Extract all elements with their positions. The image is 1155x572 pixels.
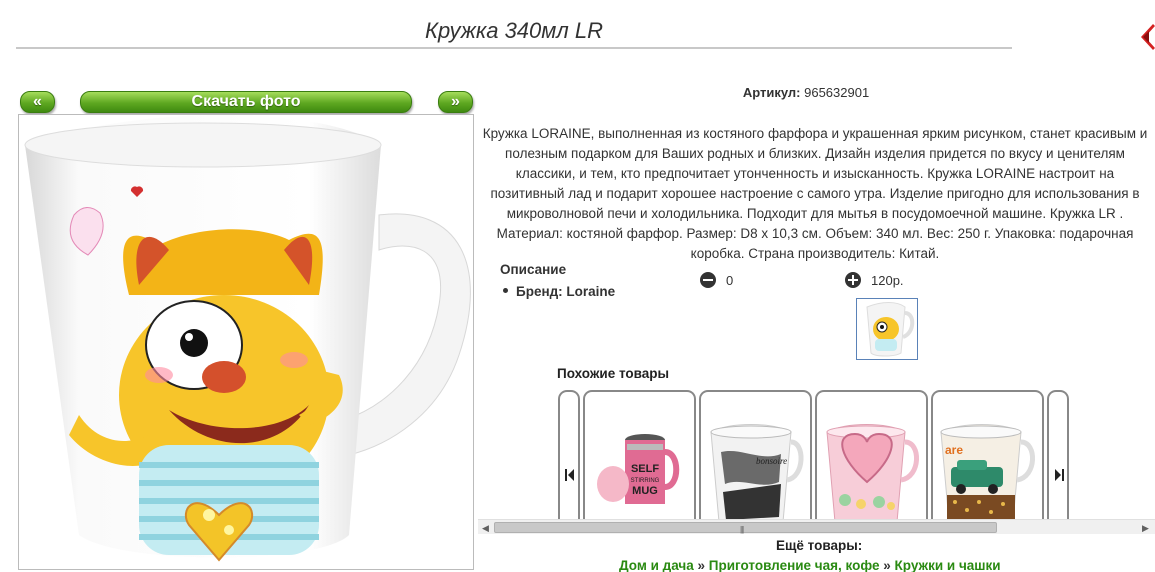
svg-text:SELF: SELF	[631, 463, 659, 475]
more-products-title: Ещё товары:	[776, 538, 863, 553]
car-print-mug-icon: are	[940, 424, 1035, 523]
article-label: Артикул:	[742, 85, 801, 100]
vote-plus[interactable]: 120р.	[845, 272, 904, 288]
similar-item[interactable]: are	[931, 390, 1044, 530]
page-title: Кружка 340мл LR	[424, 18, 604, 43]
crumb-separator: »	[883, 558, 891, 572]
svg-text:bonsoire: bonsoire	[756, 456, 787, 466]
similar-item[interactable]: bonsoire	[699, 390, 812, 530]
svg-text:STIRRING: STIRRING	[631, 478, 660, 484]
next-photo-button[interactable]: »	[438, 91, 473, 113]
product-description: Кружка LORAINE, выполненная из костяного…	[482, 126, 1148, 261]
pink-heart-mug-icon	[826, 424, 919, 523]
minus-circle-icon[interactable]	[700, 272, 716, 288]
scrollbar-thumb[interactable]: |||	[494, 522, 997, 534]
breadcrumb: Дом и дача » Приготовление чая, кофе » К…	[619, 558, 1001, 572]
svg-text:are: are	[945, 443, 963, 457]
carousel-next-button[interactable]	[1047, 390, 1069, 530]
crumb-tea-coffee[interactable]: Приготовление чая, кофе	[709, 558, 880, 572]
svg-text:MUG: MUG	[632, 485, 658, 497]
article-value: 965632901	[804, 85, 870, 100]
similar-item[interactable]: SELF STIRRING MUG	[583, 390, 696, 530]
carousel-next-icon[interactable]	[1054, 468, 1064, 482]
spec-title: Описание	[500, 262, 567, 277]
cat-mug-thumb-image	[866, 302, 915, 357]
vote-plus-value: 120р.	[871, 272, 904, 288]
title-divider	[16, 47, 1012, 49]
crumb-separator: »	[697, 558, 706, 572]
grip-icon: |||	[740, 525, 744, 534]
product-main-photo[interactable]	[18, 114, 474, 570]
spec-brand: Бренд: Loraine	[503, 284, 615, 299]
scroll-left-icon[interactable]: ◀	[482, 523, 489, 534]
prev-photo-button[interactable]: «	[20, 91, 55, 113]
crumb-mugs-cups[interactable]: Кружки и чашки	[895, 558, 1001, 572]
product-thumbnail[interactable]	[856, 298, 918, 360]
espresso-print-mug-icon: bonsoire	[710, 424, 804, 523]
similar-products-carousel: SELF STIRRING MUG bonsoire are	[478, 386, 1155, 536]
carousel-prev-button[interactable]	[558, 390, 580, 530]
vote-minus[interactable]: 0	[700, 272, 733, 288]
bullet-icon	[503, 287, 508, 293]
plus-circle-icon[interactable]	[845, 272, 861, 288]
carousel-scrollbar[interactable]: ◀ ||| ▶	[478, 519, 1155, 534]
carousel-prev-icon[interactable]	[565, 468, 575, 482]
similar-item[interactable]	[815, 390, 928, 530]
spec-brand-text: Бренд: Loraine	[516, 284, 616, 299]
cat-mug-image	[24, 115, 471, 562]
close-icon[interactable]	[1139, 22, 1155, 52]
article-line: Артикул: 965632901	[626, 85, 986, 100]
crumb-home-garden[interactable]: Дом и дача	[619, 558, 694, 572]
vote-minus-value: 0	[726, 272, 734, 288]
download-photo-button[interactable]: Скачать фото	[80, 91, 412, 113]
self-stirring-mug-icon: SELF STIRRING MUG	[597, 434, 680, 504]
scroll-right-icon[interactable]: ▶	[1142, 523, 1149, 534]
similar-products-title: Похожие товары	[557, 366, 670, 381]
